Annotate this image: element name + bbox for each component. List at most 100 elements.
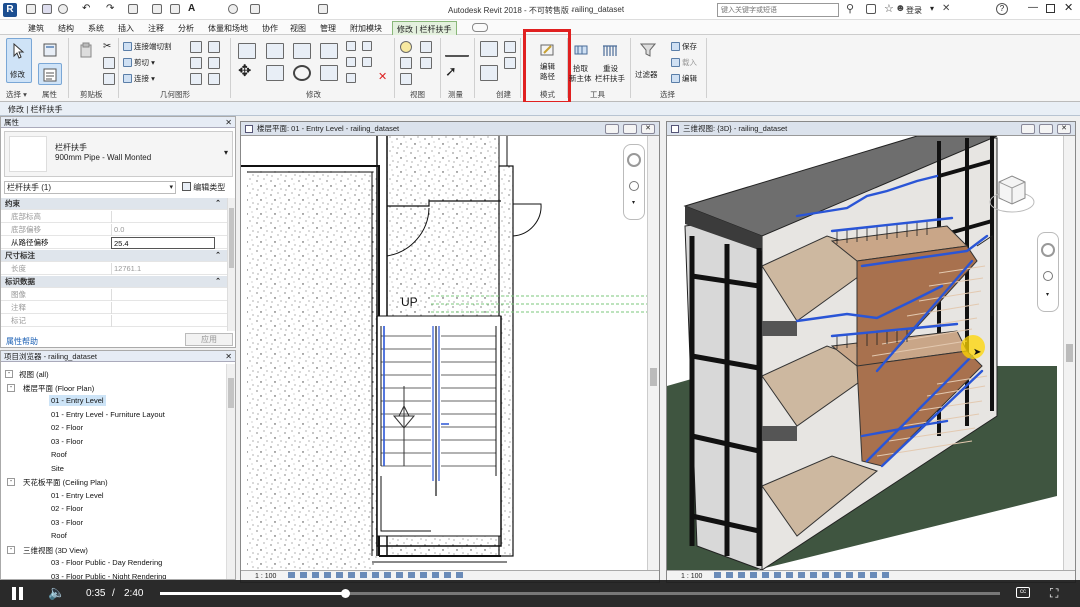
chevron-down-icon[interactable]: ▾ bbox=[224, 148, 228, 157]
tab-view[interactable]: 视图 bbox=[290, 23, 306, 34]
tree-toggle-icon[interactable]: - bbox=[5, 370, 13, 378]
create-similar-icon[interactable] bbox=[480, 41, 498, 57]
open-icon[interactable] bbox=[26, 4, 36, 14]
captions-icon[interactable]: cc bbox=[1016, 587, 1030, 598]
align-icon[interactable] bbox=[238, 43, 256, 59]
move-icon[interactable]: ✥ bbox=[238, 64, 256, 81]
print-icon[interactable] bbox=[128, 4, 138, 14]
tag-icon[interactable]: A bbox=[188, 4, 198, 14]
star-icon[interactable]: ☆ bbox=[884, 2, 894, 15]
tab-addins[interactable]: 附加模块 bbox=[350, 23, 382, 34]
property-row[interactable]: 底部标高 bbox=[1, 211, 227, 223]
property-row[interactable]: 图像 bbox=[1, 289, 227, 301]
plan-vertical-scrollbar[interactable] bbox=[647, 136, 659, 570]
undo-icon[interactable]: ↶ bbox=[82, 4, 92, 14]
fullscreen-icon[interactable]: ⛶ bbox=[1050, 586, 1058, 601]
volume-icon[interactable]: 🔈 bbox=[48, 584, 65, 601]
scale-label[interactable]: 1 : 100 bbox=[681, 573, 702, 580]
tree-toggle-icon[interactable]: - bbox=[7, 478, 15, 486]
dimension-icon[interactable] bbox=[170, 4, 180, 14]
sync-icon[interactable] bbox=[58, 4, 68, 14]
modify-button[interactable]: 修改 bbox=[6, 38, 32, 83]
view-cube[interactable] bbox=[987, 168, 1037, 218]
copy-element-icon[interactable] bbox=[266, 65, 284, 81]
join-button[interactable]: 连接 ▾ bbox=[123, 73, 155, 84]
property-row[interactable]: 底部偏移 0.0 bbox=[1, 224, 227, 236]
scale-label[interactable]: 1 : 100 bbox=[255, 573, 276, 580]
property-group-header[interactable]: 标识数据 ⌃ bbox=[1, 276, 227, 288]
browser-view-item[interactable]: 01 - Entry Level bbox=[49, 395, 106, 406]
collapse-icon[interactable]: ⌃ bbox=[215, 198, 221, 210]
maximize-icon[interactable] bbox=[1046, 4, 1055, 13]
pin-icon[interactable] bbox=[362, 57, 372, 67]
3d-view-icon[interactable] bbox=[228, 4, 238, 14]
user-icon[interactable]: ☻ bbox=[895, 3, 906, 14]
scroll-thumb[interactable] bbox=[1066, 344, 1073, 362]
subscription-icon[interactable] bbox=[866, 4, 876, 14]
view-control-icons[interactable] bbox=[714, 572, 895, 578]
search-input[interactable] bbox=[717, 3, 839, 17]
tab-structure[interactable]: 结构 bbox=[58, 23, 74, 34]
close-icon[interactable]: ✕ bbox=[641, 124, 655, 134]
trim-icon[interactable] bbox=[320, 43, 338, 59]
override-graphics-icon[interactable] bbox=[400, 73, 412, 85]
demolish-icon[interactable] bbox=[190, 73, 202, 85]
tab-massing-site[interactable]: 体量和场地 bbox=[208, 23, 248, 34]
browser-scrollbar[interactable] bbox=[226, 364, 235, 579]
restore-icon[interactable] bbox=[1039, 124, 1053, 134]
apply-button[interactable]: 应用 bbox=[185, 333, 233, 346]
browser-view-item[interactable]: 02 - Floor bbox=[49, 422, 85, 433]
type-selector[interactable]: 栏杆扶手 900mm Pipe - Wall Monted ▾ bbox=[4, 131, 233, 177]
scroll-thumb[interactable] bbox=[650, 368, 657, 386]
tree-toggle-icon[interactable]: - bbox=[7, 545, 15, 554]
switch-windows-icon[interactable] bbox=[318, 4, 328, 14]
exchange-icon[interactable]: ✕ bbox=[942, 3, 950, 14]
browser-group-item[interactable]: 楼层平面 (Floor Plan) bbox=[21, 382, 96, 395]
paste-button[interactable] bbox=[72, 38, 100, 83]
split-face-icon[interactable] bbox=[190, 41, 202, 53]
match-properties-icon[interactable] bbox=[103, 73, 115, 85]
browser-group-item[interactable]: 天花板平面 (Ceiling Plan) bbox=[21, 476, 110, 489]
steering-wheel-icon[interactable] bbox=[1041, 243, 1055, 257]
load-selection-button[interactable]: 载入 bbox=[671, 57, 697, 68]
scroll-thumb[interactable] bbox=[228, 378, 234, 408]
filter-button[interactable]: 过滤器 bbox=[632, 38, 664, 83]
unpin-icon[interactable] bbox=[362, 41, 372, 51]
dimension-tool-icon[interactable]: ➚ bbox=[445, 64, 469, 79]
collapse-icon[interactable]: ⌃ bbox=[215, 276, 221, 288]
3d-view[interactable]: 三维视图: {3D} - railing_dataset ✕ ➤ ▾ 1: 1… bbox=[666, 121, 1076, 583]
close-icon[interactable]: ✕ bbox=[225, 117, 232, 128]
tab-analyze[interactable]: 分析 bbox=[178, 23, 194, 34]
hide-element-icon[interactable] bbox=[400, 57, 412, 69]
type-properties-button[interactable] bbox=[38, 38, 62, 62]
lightbulb-icon[interactable] bbox=[400, 41, 412, 53]
minimize-icon[interactable] bbox=[1021, 124, 1035, 134]
browser-view-item[interactable]: Roof bbox=[49, 530, 69, 541]
floor-plan-view[interactable]: 楼层平面: 01 - Entry Level - railing_dataset… bbox=[240, 121, 660, 583]
redo-icon[interactable]: ↷ bbox=[106, 4, 116, 14]
zoom-menu-icon[interactable]: ▾ bbox=[1046, 291, 1049, 298]
create-parts-icon[interactable] bbox=[480, 65, 498, 81]
rotate-icon[interactable] bbox=[293, 65, 311, 81]
progress-knob[interactable] bbox=[340, 589, 350, 598]
tab-modify-railings[interactable]: 修改 | 栏杆扶手 bbox=[392, 21, 457, 35]
zoom-menu-icon[interactable]: ▾ bbox=[632, 199, 635, 206]
linework-icon[interactable] bbox=[420, 41, 432, 53]
property-value-input[interactable]: 25.4 bbox=[111, 237, 215, 249]
paint-icon[interactable] bbox=[190, 57, 202, 69]
paint-view-icon[interactable] bbox=[420, 57, 432, 69]
measure-icon[interactable] bbox=[445, 43, 469, 57]
tab-systems[interactable]: 系统 bbox=[88, 23, 104, 34]
property-group-header[interactable]: 尺寸标注 ⌃ bbox=[1, 250, 227, 262]
browser-view-item[interactable]: 03 - Floor bbox=[49, 436, 85, 447]
tab-manage[interactable]: 管理 bbox=[320, 23, 336, 34]
close-icon[interactable]: ✕ bbox=[225, 351, 232, 362]
pause-icon[interactable] bbox=[12, 587, 24, 600]
property-row[interactable]: 从路径偏移 25.4 bbox=[1, 237, 227, 249]
hammer-icon[interactable] bbox=[208, 73, 220, 85]
edit-selection-button[interactable]: 编辑 bbox=[671, 73, 697, 84]
minimize-icon[interactable]: — bbox=[1028, 2, 1038, 13]
steering-wheel-icon[interactable] bbox=[627, 153, 641, 167]
progress-track[interactable] bbox=[160, 589, 1000, 598]
browser-view-item[interactable]: Site bbox=[49, 463, 66, 474]
